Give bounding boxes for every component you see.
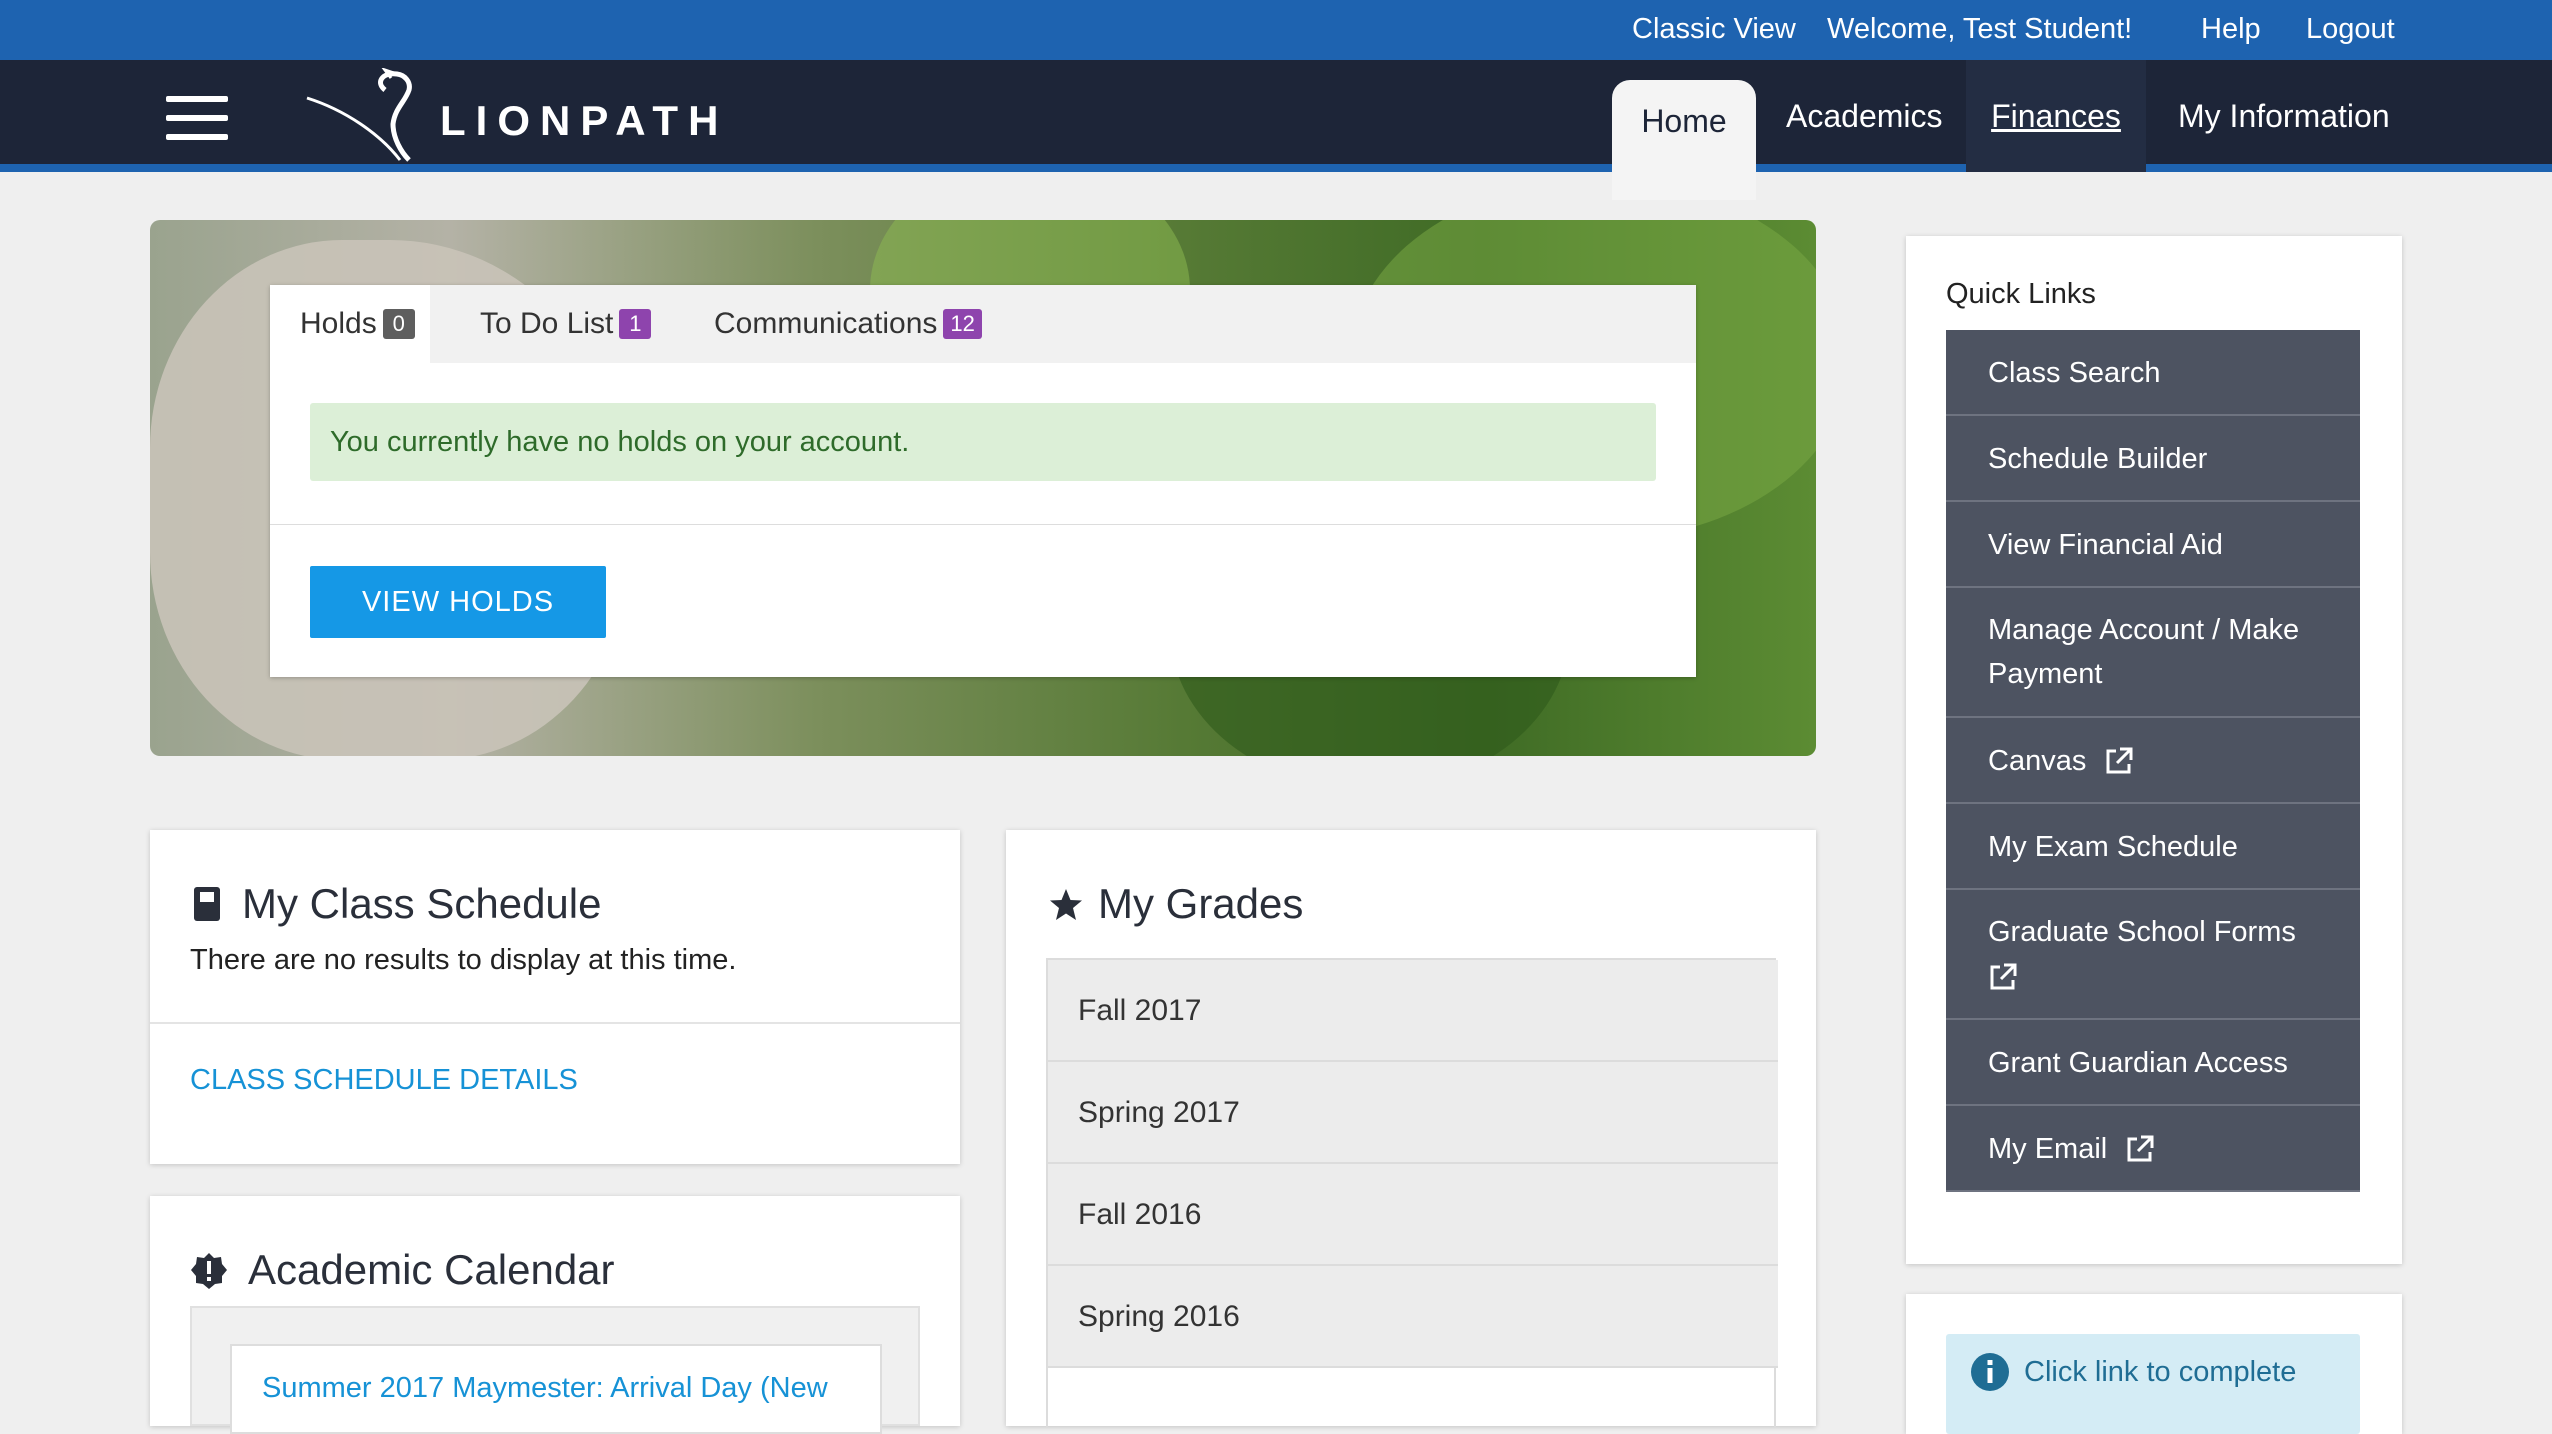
grades-title: My Grades [1098,880,1304,927]
quick-link-label: My Exam Schedule [1988,831,2238,863]
star-icon [1050,889,1082,920]
quick-link-label: Schedule Builder [1988,443,2208,475]
tab-to-do-list[interactable]: To Do List 1 [480,285,680,363]
card-divider [150,1022,960,1024]
calendar-list: Summer 2017 Maymester: Arrival Day (New [190,1306,920,1434]
holds-count-badge: 0 [382,309,415,339]
external-link-icon [1990,963,2017,990]
nav-tab-label: Finances [1991,98,2121,134]
logout-link[interactable]: Logout [2306,12,2395,46]
hamburger-menu-icon[interactable] [166,96,228,140]
nav-tab-label: Academics [1786,98,1943,134]
tab-label: Holds [300,307,377,340]
grade-term-row[interactable]: Fall 2016 [1048,1164,1778,1266]
calendar-item[interactable]: Summer 2017 Maymester: Arrival Day (New [230,1344,882,1434]
grades-card: My Grades Fall 2017 Spring 2017 Fall 201… [1006,830,1816,1428]
nav-tab-label: My Information [2178,98,2390,134]
quick-link-label: Grant Guardian Access [1988,1047,2288,1079]
quick-link-my-email[interactable]: My Email [1946,1106,2360,1192]
info-icon [1971,1353,2009,1391]
quick-links-title: Quick Links [1946,278,2096,310]
quick-links-list: Class Search Schedule Builder View Finan… [1946,330,2360,1192]
external-link-icon [2127,1135,2154,1162]
grade-term-row[interactable]: Spring 2016 [1048,1266,1778,1368]
external-link-icon [2106,747,2133,774]
classic-view-link[interactable]: Classic View [1632,12,1796,46]
main-nav: LIONPATH Home Academics Finances My Info… [0,60,2552,200]
nav-tab-finances[interactable]: Finances [1966,60,2146,172]
holds-widget: Holds 0 To Do List 1 Communications 12 You … [270,285,1696,677]
logo-wordmark: LIONPATH [440,97,729,144]
quick-link-label: Canvas [1988,745,2087,777]
tab-label: To Do List [480,307,614,340]
utility-bar: Classic View Welcome, Test Student! Help… [0,0,2552,60]
quick-link-label: Manage Account / Make Payment [1988,614,2300,690]
lion-logo-icon [306,68,412,162]
holds-tab-bar: Holds 0 To Do List 1 Communications 12 [270,285,1696,363]
quick-link-label: My Email [1988,1133,2108,1165]
academic-calendar-card: Academic Calendar Summer 2017 Maymester:… [150,1196,960,1434]
book-icon [194,887,220,921]
todo-count-badge: 1 [619,309,652,339]
welcome-text: Welcome, Test Student! [1827,13,2133,45]
quick-link-schedule-builder[interactable]: Schedule Builder [1946,416,2360,502]
help-link[interactable]: Help [2201,12,2261,46]
class-schedule-details-link[interactable]: CLASS SCHEDULE DETAILS [190,1062,578,1098]
notice-alert[interactable]: Click link to complete [1946,1334,2360,1434]
alert-badge-icon [191,1253,227,1289]
nav-tab-home[interactable]: Home [1612,80,1756,200]
quick-link-grant-guardian-access[interactable]: Grant Guardian Access [1946,1020,2360,1106]
no-holds-alert: You currently have no holds on your acco… [310,403,1656,481]
quick-link-class-search[interactable]: Class Search [1946,330,2360,416]
notice-card: Click link to complete [1906,1294,2402,1434]
quick-link-label: View Financial Aid [1988,529,2223,561]
class-schedule-title: My Class Schedule [242,880,602,927]
class-schedule-card: My Class Schedule There are no results t… [150,830,960,1164]
tab-label: Communications [714,307,938,340]
nav-tab-academics[interactable]: Academics [1786,60,1946,172]
grade-term-row[interactable]: Fall 2017 [1048,960,1778,1062]
holds-panel: You currently have no holds on your acco… [270,363,1696,525]
tab-communications[interactable]: Communications 12 [714,285,1014,363]
communications-count-badge: 12 [943,309,982,339]
nav-tab-my-information[interactable]: My Information [2178,60,2408,172]
quick-link-graduate-school-forms[interactable]: Graduate School Forms [1946,890,2360,1020]
view-holds-button[interactable]: VIEW HOLDS [310,566,606,638]
quick-links-card: Quick Links Class Search Schedule Builde… [1906,236,2402,1264]
nav-tab-label: Home [1641,103,1727,139]
grades-list: Fall 2017 Spring 2017 Fall 2016 Spring 2… [1046,958,1778,1428]
quick-link-label: Graduate School Forms [1988,916,2296,948]
quick-link-label: Class Search [1988,357,2161,389]
grade-term-row[interactable]: Spring 2017 [1048,1062,1778,1164]
lionpath-logo[interactable]: LIONPATH [305,68,765,164]
quick-link-manage-account[interactable]: Manage Account / Make Payment [1946,588,2360,718]
quick-link-my-exam-schedule[interactable]: My Exam Schedule [1946,804,2360,890]
notice-text: Click link to complete [2024,1356,2297,1388]
tab-holds[interactable]: Holds 0 [270,285,430,363]
class-schedule-empty-text: There are no results to display at this … [190,944,737,976]
quick-link-view-financial-aid[interactable]: View Financial Aid [1946,502,2360,588]
calendar-item-link[interactable]: Summer 2017 Maymester: Arrival Day (New [262,1370,828,1406]
academic-calendar-title: Academic Calendar [248,1246,615,1293]
quick-link-canvas[interactable]: Canvas [1946,718,2360,804]
